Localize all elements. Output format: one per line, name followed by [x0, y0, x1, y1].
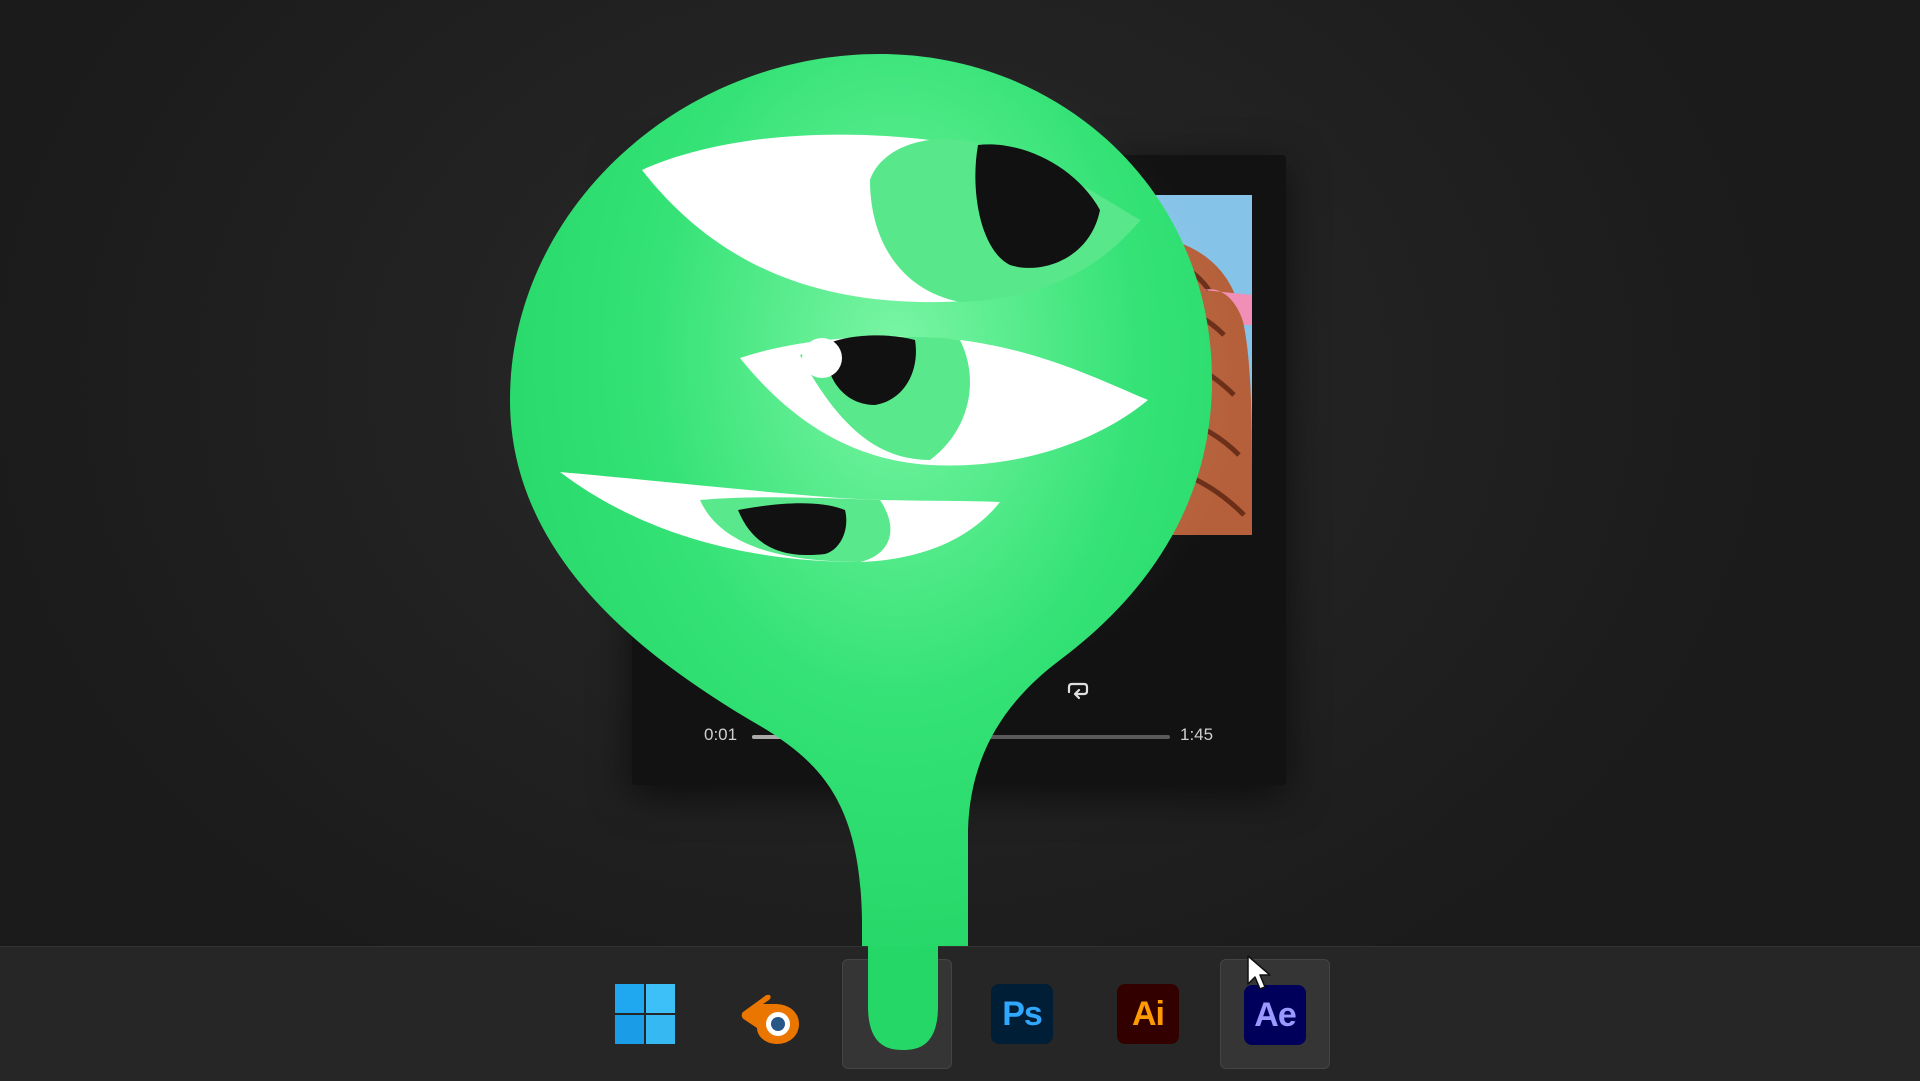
desktop: 0:01 1:45 — [0, 0, 1920, 1050]
windows-logo-icon — [615, 984, 675, 1044]
taskbar-photoshop-button[interactable]: Ps — [968, 959, 1078, 1069]
illustrator-icon: Ai — [1117, 984, 1179, 1044]
taskbar: Ps Ai Ae — [0, 946, 1920, 1081]
blender-icon — [741, 994, 799, 1044]
green-blob-mascot — [500, 40, 1245, 1060]
taskbar-blender-button[interactable] — [716, 959, 826, 1069]
blob-tail — [868, 946, 938, 1050]
mouse-cursor-icon — [1247, 955, 1271, 990]
taskbar-windows-start-button[interactable] — [590, 959, 700, 1069]
after-effects-icon: Ae — [1244, 985, 1306, 1045]
photoshop-icon: Ps — [991, 984, 1053, 1044]
taskbar-illustrator-button[interactable]: Ai — [1094, 959, 1204, 1069]
